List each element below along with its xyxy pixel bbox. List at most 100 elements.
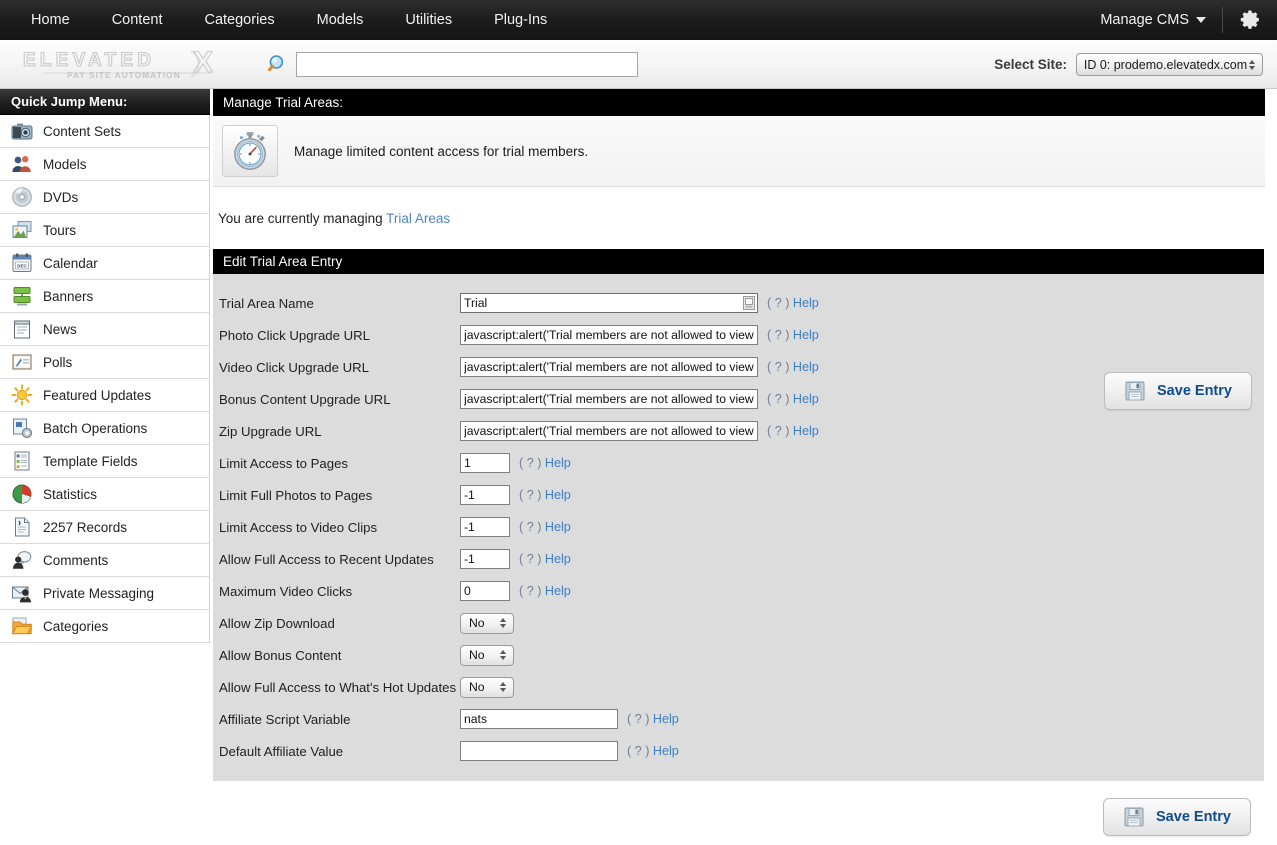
allow-bonus-content-select[interactable]: No: [460, 644, 514, 666]
sidebar-item-statistics[interactable]: Statistics: [0, 478, 210, 511]
logo-icon: ELEVATED X PAY SITE AUTOMATION: [22, 47, 213, 80]
nav-item-utilities[interactable]: Utilities: [384, 0, 473, 40]
sidebar-item-private-messaging[interactable]: Private Messaging: [0, 577, 210, 610]
help-paren: ( ? ): [767, 328, 790, 342]
nav-item-content[interactable]: Content: [91, 0, 184, 40]
nav-item-models[interactable]: Models: [296, 0, 385, 40]
spinner-arrows-icon: [500, 682, 506, 692]
help-word[interactable]: Help: [793, 424, 819, 438]
managing-text: You are currently managing Trial Areas: [213, 211, 450, 226]
svg-text:DEC: DEC: [17, 264, 27, 269]
sidebar-item-tours[interactable]: Tours: [0, 214, 210, 247]
field-label: Default Affiliate Value: [219, 743, 344, 759]
form-row-limit-full-photos-to-pages: Limit Full Photos to Pages ( ? ) Help: [213, 479, 1264, 511]
sidebar-item-dvds[interactable]: DVDs: [0, 181, 210, 214]
search-area: [268, 51, 638, 77]
save-entry-button-bottom[interactable]: Save Entry: [1103, 798, 1251, 836]
form-section-title: Edit Trial Area Entry: [213, 249, 1264, 274]
help-link[interactable]: ( ? ) Help: [519, 520, 571, 534]
help-link[interactable]: ( ? ) Help: [767, 424, 819, 438]
nav-item-plug-ins[interactable]: Plug-Ins: [473, 0, 568, 40]
help-word[interactable]: Help: [793, 360, 819, 374]
field-label: Limit Access to Video Clips: [219, 519, 378, 535]
site-select-value: ID 0: prodemo.elevatedx.com: [1083, 57, 1248, 72]
sidebar-item-banners[interactable]: Banners: [0, 280, 210, 313]
help-link[interactable]: ( ? ) Help: [519, 488, 571, 502]
sidebar-item-label: News: [43, 321, 77, 337]
help-word[interactable]: Help: [653, 744, 679, 758]
spinner-arrows-icon: [500, 650, 506, 660]
maximum-video-clicks-input[interactable]: [460, 581, 510, 601]
help-link[interactable]: ( ? ) Help: [767, 392, 819, 406]
top-nav-right-group: Manage CMS: [1100, 0, 1277, 40]
sidebar-item-2257-records[interactable]: 2257 Records: [0, 511, 210, 544]
help-link[interactable]: ( ? ) Help: [767, 328, 819, 342]
help-word[interactable]: Help: [545, 552, 571, 566]
sidebar-item-polls[interactable]: Polls: [0, 346, 210, 379]
zip-upgrade-url-input[interactable]: [460, 421, 758, 441]
form-row-allow-full-access-recent-updates: Allow Full Access to Recent Updates ( ? …: [213, 543, 1264, 575]
trial-areas-link[interactable]: Trial Areas: [386, 211, 450, 226]
help-link[interactable]: ( ? ) Help: [627, 712, 679, 726]
sidebar-item-calendar[interactable]: DEC Calendar: [0, 247, 210, 280]
sidebar-item-categories[interactable]: Categories: [0, 610, 210, 643]
photo-click-upgrade-url-input[interactable]: [460, 325, 758, 345]
allow-full-access-whats-hot-select[interactable]: No: [460, 676, 514, 698]
sidebar-item-label: DVDs: [43, 189, 79, 205]
search-input[interactable]: [296, 51, 638, 77]
sidebar-item-models[interactable]: Models: [0, 148, 210, 181]
form-row-maximum-video-clicks: Maximum Video Clicks ( ? ) Help: [213, 575, 1264, 607]
sidebar-item-content-sets[interactable]: Content Sets: [0, 115, 210, 148]
form-row-allow-bonus-content: Allow Bonus Content No: [213, 639, 1264, 671]
help-word[interactable]: Help: [793, 328, 819, 342]
sidebar-item-batch-operations[interactable]: Batch Operations: [0, 412, 210, 445]
batch-gear-icon: [13, 418, 33, 439]
help-word[interactable]: Help: [545, 456, 571, 470]
help-link[interactable]: ( ? ) Help: [519, 584, 571, 598]
trial-area-name-input[interactable]: [460, 293, 758, 313]
help-link[interactable]: ( ? ) Help: [767, 296, 819, 310]
help-word[interactable]: Help: [545, 520, 571, 534]
sidebar-item-comments[interactable]: Comments: [0, 544, 210, 577]
settings-button[interactable]: [1223, 8, 1277, 32]
help-link[interactable]: ( ? ) Help: [519, 456, 571, 470]
help-link[interactable]: ( ? ) Help: [627, 744, 679, 758]
nav-item-home[interactable]: Home: [10, 0, 91, 40]
help-link[interactable]: ( ? ) Help: [767, 360, 819, 374]
manage-cms-menu[interactable]: Manage CMS: [1100, 12, 1222, 28]
help-word[interactable]: Help: [545, 584, 571, 598]
help-word[interactable]: Help: [653, 712, 679, 726]
poll-icon: [12, 354, 32, 370]
help-link[interactable]: ( ? ) Help: [519, 552, 571, 566]
top-nav-items: Home Content Categories Models Utilities…: [0, 0, 568, 40]
camera-icon: [11, 123, 33, 140]
video-click-upgrade-url-input[interactable]: [460, 357, 758, 377]
sidebar-item-template-fields[interactable]: Template Fields: [0, 445, 210, 478]
allow-zip-download-select[interactable]: No: [460, 612, 514, 634]
search-icon[interactable]: [268, 54, 288, 75]
help-word[interactable]: Help: [545, 488, 571, 502]
limit-full-photos-to-pages-input[interactable]: [460, 485, 510, 505]
field-label: Maximum Video Clicks: [219, 583, 353, 599]
bonus-content-upgrade-url-input[interactable]: [460, 389, 758, 409]
field-widget-icon[interactable]: [743, 296, 755, 310]
photos-icon: [12, 221, 32, 238]
allow-full-access-recent-updates-input[interactable]: [460, 549, 510, 569]
site-select-dropdown[interactable]: ID 0: prodemo.elevatedx.com: [1076, 53, 1263, 76]
default-affiliate-value-input[interactable]: [460, 741, 618, 761]
save-entry-button-top[interactable]: Save Entry: [1104, 372, 1252, 410]
sidebar-item-news[interactable]: News: [0, 313, 210, 346]
field-label: Allow Full Access to What's Hot Updates: [219, 679, 457, 695]
form-row-limit-access-to-video-clips: Limit Access to Video Clips ( ? ) Help: [213, 511, 1264, 543]
limit-access-to-pages-input[interactable]: [460, 453, 510, 473]
limit-access-to-video-clips-input[interactable]: [460, 517, 510, 537]
help-paren: ( ? ): [767, 424, 790, 438]
help-word[interactable]: Help: [793, 296, 819, 310]
nav-item-categories[interactable]: Categories: [183, 0, 295, 40]
spinner-arrows-icon: [1249, 59, 1255, 70]
affiliate-script-variable-input[interactable]: [460, 709, 618, 729]
sidebar-item-featured-updates[interactable]: Featured Updates: [0, 379, 210, 412]
sidebar-item-label: Comments: [43, 552, 109, 568]
sidebar-item-label: Private Messaging: [43, 585, 155, 601]
help-word[interactable]: Help: [793, 392, 819, 406]
